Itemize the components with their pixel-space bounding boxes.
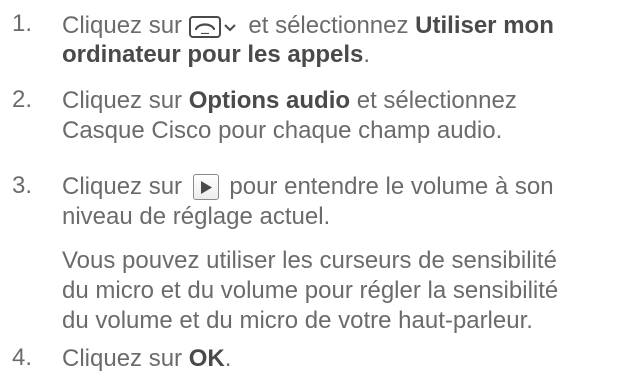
chevron-down-icon[interactable] <box>224 10 236 40</box>
note-text: Vous pouvez utiliser les curseurs de sen… <box>62 247 559 334</box>
instruction-list: 1. Cliquez sur et sélectionnez Utiliser … <box>0 0 617 381</box>
step-text: Cliquez sur et sélectionnez Utiliser mon… <box>62 10 554 68</box>
step-number: 4. <box>12 344 33 371</box>
step-number: 2. <box>12 86 33 113</box>
step-number: 3. <box>12 172 33 199</box>
step-number: 1. <box>12 10 33 37</box>
step-text: Cliquez sur pour entendre le volume à so… <box>62 173 554 230</box>
play-icon[interactable] <box>192 174 219 200</box>
step-text: Cliquez sur Options audio et sélectionne… <box>62 87 517 144</box>
step-text: Cliquez sur OK. <box>62 345 232 372</box>
call-device-icon[interactable] <box>188 16 221 38</box>
